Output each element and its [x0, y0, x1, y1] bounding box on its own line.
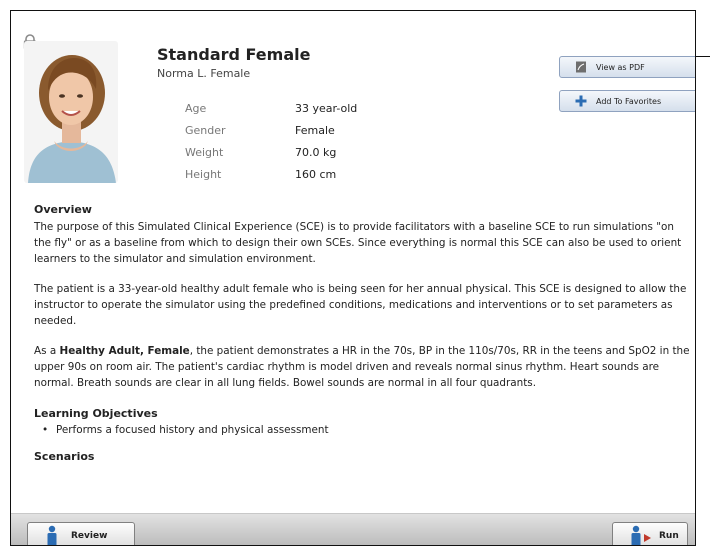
scenarios-heading: Scenarios — [34, 450, 95, 463]
attr-label: Gender — [185, 123, 226, 137]
patient-figure-icon — [41, 525, 63, 545]
attr-row-gender: Gender Female — [185, 119, 357, 141]
overview-paragraph-2: The patient is a 33-year-old healthy adu… — [34, 283, 687, 327]
attr-label: Weight — [185, 145, 224, 159]
review-button[interactable]: Review — [27, 522, 135, 545]
add-to-favorites-label: Add To Favorites — [596, 96, 662, 106]
view-as-pdf-label: View as PDF — [596, 62, 645, 72]
attr-label: Height — [185, 167, 222, 181]
overview-heading: Overview — [34, 203, 92, 216]
attr-row-age: Age 33 year-old — [185, 97, 357, 119]
add-to-favorites-button[interactable]: Add To Favorites — [559, 90, 695, 112]
sce-description: Overview The purpose of this Simulated C… — [34, 201, 694, 465]
patient-attributes: Age 33 year-old Gender Female Weight 70.… — [185, 97, 357, 185]
learning-objectives-heading: Learning Objectives — [34, 407, 158, 420]
patient-title: Standard Female — [157, 45, 311, 64]
learning-objectives-list: Performs a focused history and physical … — [34, 422, 694, 438]
plus-icon — [575, 95, 587, 107]
attr-row-height: Height 160 cm — [185, 163, 357, 185]
overview-paragraph-1: The purpose of this Simulated Clinical E… — [34, 221, 682, 265]
patient-name: Norma L. Female — [157, 67, 251, 80]
run-label: Run — [659, 531, 679, 541]
view-as-pdf-button[interactable]: View as PDF — [559, 56, 695, 78]
attr-value: 160 cm — [295, 167, 337, 181]
p3-bold: Healthy Adult, Female — [59, 345, 190, 357]
review-label: Review — [71, 531, 108, 541]
attr-value: 33 year-old — [295, 101, 358, 115]
run-button[interactable]: Run — [612, 522, 688, 545]
p3-prefix: As a — [34, 345, 60, 357]
overview-paragraph-3: As a Healthy Adult, Female, the patient … — [34, 343, 694, 391]
attr-value: 70.0 kg — [295, 145, 337, 159]
attr-row-weight: Weight 70.0 kg — [185, 141, 357, 163]
sce-window: Standard Female Norma L. Female Age 33 y… — [10, 10, 696, 546]
bottom-toolbar: Review Run — [11, 513, 695, 545]
patient-photo — [24, 41, 118, 183]
list-item: Performs a focused history and physical … — [42, 422, 694, 438]
patient-run-icon — [627, 525, 653, 545]
pdf-icon — [575, 61, 587, 73]
attr-label: Age — [185, 101, 207, 115]
attr-value: Female — [295, 123, 335, 137]
